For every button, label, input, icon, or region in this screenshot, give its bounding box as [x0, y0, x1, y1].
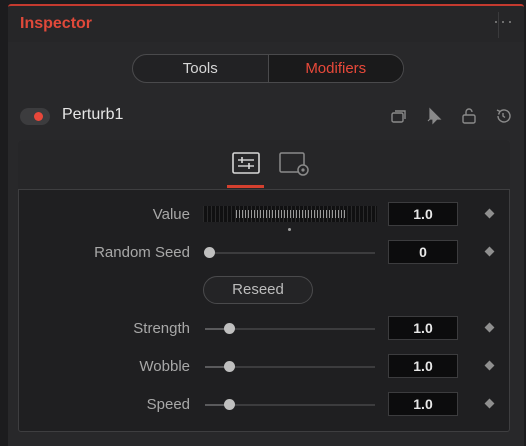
wobble-field[interactable]: 1.0: [388, 354, 458, 378]
random-seed-slider[interactable]: [204, 247, 375, 258]
thumbwheel-grip: [236, 210, 346, 218]
random-seed-label: Random Seed: [94, 244, 190, 261]
slider-handle[interactable]: [204, 247, 215, 258]
settings-tab-icon[interactable]: [277, 151, 313, 177]
random-seed-field[interactable]: 0: [388, 240, 458, 264]
lock-icon[interactable]: [460, 107, 478, 125]
reseed-button[interactable]: Reseed: [203, 276, 313, 304]
value-label: Value: [152, 206, 190, 223]
toggle-indicator: [34, 112, 43, 121]
slider-fill: [205, 404, 226, 406]
tool-name: Perturb1: [62, 106, 124, 123]
strength-label: Strength: [133, 320, 190, 337]
tab-tools[interactable]: Tools: [133, 55, 268, 82]
speed-label: Speed: [146, 396, 190, 413]
slider-fill: [205, 328, 226, 330]
slider-fill: [205, 366, 226, 368]
inspector-title: Inspector: [20, 15, 93, 32]
pin-icon[interactable]: [424, 107, 442, 125]
controls-tab-icon[interactable]: [228, 151, 264, 177]
versions-icon[interactable]: [390, 107, 408, 125]
speed-slider[interactable]: [205, 399, 375, 410]
inspector-title-bar: Inspector ···: [8, 4, 524, 42]
reset-icon[interactable]: [494, 107, 512, 125]
strength-slider[interactable]: [205, 323, 375, 334]
thumbwheel-center-marker: [288, 228, 291, 231]
strength-field[interactable]: 1.0: [388, 316, 458, 340]
active-tab-indicator: [227, 185, 264, 188]
wobble-label: Wobble: [139, 358, 190, 375]
value-field[interactable]: 1.0: [388, 202, 458, 226]
tab-modifiers[interactable]: Modifiers: [267, 55, 403, 82]
speed-field[interactable]: 1.0: [388, 392, 458, 416]
mode-switch: Tools Modifiers: [132, 54, 404, 83]
wobble-slider[interactable]: [205, 361, 375, 372]
panel-tab-bar: [18, 140, 510, 190]
tool-enable-toggle[interactable]: [20, 108, 50, 125]
ellipsis-icon[interactable]: ···: [493, 11, 514, 32]
